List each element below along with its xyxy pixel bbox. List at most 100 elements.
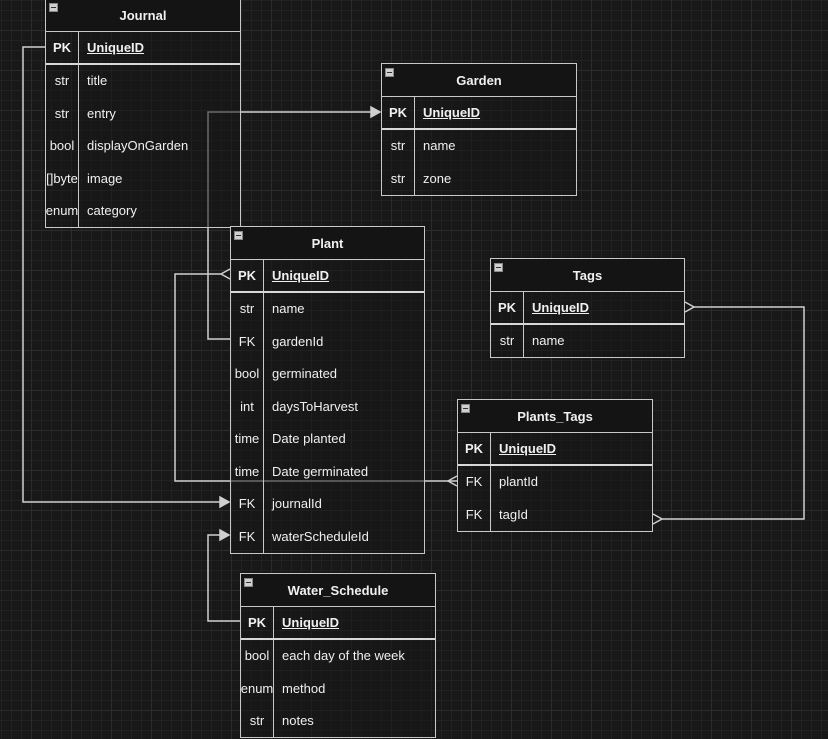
table-title: Tags	[572, 267, 603, 283]
table-header[interactable]: Garden	[382, 64, 576, 97]
table-row[interactable]: PK UniqueID	[231, 260, 424, 293]
crowfoot-icon	[446, 475, 458, 487]
field-name: Date germinated	[272, 463, 369, 479]
table-water-schedule[interactable]: Water_Schedule PK UniqueID bool each day…	[240, 573, 436, 738]
key-type: FK	[458, 498, 491, 531]
table-garden[interactable]: Garden PK UniqueID str name str zone	[381, 63, 577, 196]
key-type: PK	[491, 292, 524, 323]
table-row[interactable]: str name	[231, 292, 424, 325]
table-header[interactable]: Journal	[46, 0, 240, 32]
field-name: method	[282, 680, 326, 696]
field-name: daysToHarvest	[272, 398, 358, 414]
table-row[interactable]: []byte image	[46, 162, 240, 195]
table-row[interactable]: str title	[46, 64, 240, 97]
table-header[interactable]: Plant	[231, 227, 424, 260]
key-type: FK	[231, 520, 264, 553]
collapse-icon[interactable]	[461, 404, 470, 413]
table-row[interactable]: str notes	[241, 704, 435, 737]
key-type: enum	[241, 672, 274, 705]
table-tags[interactable]: Tags PK UniqueID str name	[490, 258, 685, 358]
table-header[interactable]: Water_Schedule	[241, 574, 435, 607]
table-row[interactable]: time Date planted	[231, 422, 424, 455]
key-type: bool	[231, 357, 264, 390]
field-name: germinated	[272, 366, 338, 382]
key-type: str	[46, 97, 79, 130]
table-row[interactable]: FK gardenId	[231, 325, 424, 358]
table-row[interactable]: time Date germinated	[231, 455, 424, 488]
table-row[interactable]: enum category	[46, 194, 240, 227]
key-type: PK	[458, 433, 491, 464]
field-name: tagId	[499, 506, 528, 522]
field-name: name	[272, 301, 305, 317]
arrow-icon	[219, 528, 231, 542]
table-header[interactable]: Tags	[491, 259, 684, 292]
table-row[interactable]: PK UniqueID	[491, 292, 684, 325]
table-plants-tags[interactable]: Plants_Tags PK UniqueID FK plantId FK ta…	[457, 399, 653, 532]
table-row[interactable]: PK UniqueID	[382, 97, 576, 130]
field-name: UniqueID	[272, 267, 330, 283]
key-type: int	[231, 390, 264, 423]
table-row[interactable]: str zone	[382, 162, 576, 195]
table-row[interactable]: FK journalId	[231, 487, 424, 520]
table-row[interactable]: bool displayOnGarden	[46, 129, 240, 162]
field-name: Date planted	[272, 431, 346, 447]
table-row[interactable]: PK UniqueID	[241, 607, 435, 640]
key-type: FK	[231, 487, 264, 520]
table-title: Plant	[311, 235, 344, 251]
table-row[interactable]: PK UniqueID	[458, 433, 652, 466]
table-row[interactable]: bool each day of the week	[241, 639, 435, 672]
field-name: gardenId	[272, 333, 324, 349]
table-row[interactable]: FK tagId	[458, 498, 652, 531]
key-type: PK	[231, 260, 264, 291]
table-header[interactable]: Plants_Tags	[458, 400, 652, 433]
key-type: bool	[46, 129, 79, 162]
table-row[interactable]: FK waterScheduleId	[231, 520, 424, 553]
table-row[interactable]: enum method	[241, 672, 435, 705]
field-name: plantId	[499, 474, 539, 490]
field-name: UniqueID	[423, 104, 481, 120]
key-type: time	[231, 422, 264, 455]
table-row[interactable]: PK UniqueID	[46, 32, 240, 65]
key-type: FK	[231, 325, 264, 358]
table-title: Journal	[119, 7, 167, 23]
field-name: title	[87, 73, 108, 89]
table-title: Plants_Tags	[517, 408, 593, 424]
field-name: UniqueID	[282, 614, 340, 630]
collapse-icon[interactable]	[49, 3, 58, 12]
table-row[interactable]: str name	[382, 129, 576, 162]
crowfoot-icon	[684, 301, 696, 313]
arrow-icon	[219, 495, 231, 509]
key-type: str	[231, 292, 264, 325]
key-type: PK	[46, 32, 79, 63]
collapse-icon[interactable]	[385, 68, 394, 77]
table-journal[interactable]: Journal PK UniqueID str title str entry …	[45, 0, 241, 228]
table-row[interactable]: bool germinated	[231, 357, 424, 390]
collapse-icon[interactable]	[494, 263, 503, 272]
table-row[interactable]: FK plantId	[458, 465, 652, 498]
key-type: str	[382, 162, 415, 195]
field-name: UniqueID	[87, 39, 145, 55]
key-type: []byte	[46, 162, 79, 195]
table-row[interactable]: str entry	[46, 97, 240, 130]
collapse-icon[interactable]	[244, 578, 253, 587]
key-type: PK	[241, 607, 274, 638]
collapse-icon[interactable]	[234, 231, 243, 240]
field-name: name	[532, 333, 565, 349]
key-type: enum	[46, 194, 79, 227]
table-row[interactable]: int daysToHarvest	[231, 390, 424, 423]
field-name: entry	[87, 105, 116, 121]
table-title: Water_Schedule	[287, 582, 389, 598]
crowfoot-icon	[219, 268, 231, 280]
arrow-icon	[370, 105, 382, 119]
table-plant[interactable]: Plant PK UniqueID str name FK gardenId b…	[230, 226, 425, 554]
table-row[interactable]: str name	[491, 324, 684, 357]
field-name: waterScheduleId	[272, 528, 369, 544]
key-type: str	[241, 704, 274, 737]
field-name: UniqueID	[532, 299, 590, 315]
field-name: UniqueID	[499, 440, 557, 456]
crowfoot-icon	[652, 513, 664, 525]
key-type: PK	[382, 97, 415, 128]
field-name: journalId	[272, 496, 322, 512]
field-name: displayOnGarden	[87, 138, 189, 154]
field-name: image	[87, 170, 123, 186]
